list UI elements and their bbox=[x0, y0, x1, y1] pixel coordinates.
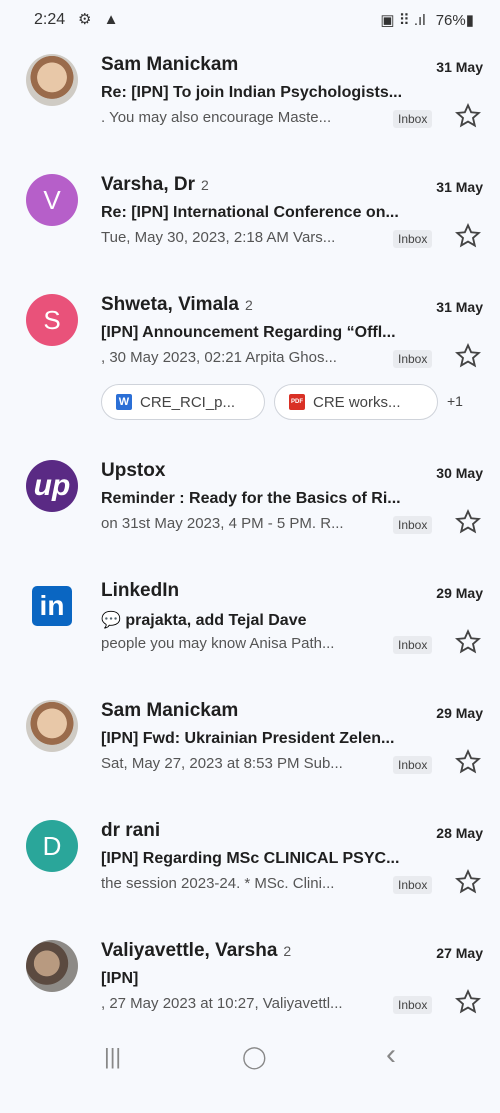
email-date: 31 May bbox=[436, 299, 483, 315]
sender-name: Upstox bbox=[101, 460, 166, 481]
email-date: 31 May bbox=[436, 59, 483, 75]
home-button[interactable]: ◯ bbox=[242, 1044, 267, 1070]
system-status-icons: ▣ ⠿ .ıl 76%▮ bbox=[374, 11, 474, 29]
email-list: Sam Manickam 31 May Re: [IPN] To join In… bbox=[0, 40, 500, 1046]
status-time: 2:24 bbox=[34, 11, 66, 28]
thread-count: 2 bbox=[245, 297, 253, 313]
email-snippet: people you may know Anisa Path... bbox=[101, 635, 335, 652]
system-nav-bar: ||| ◯ ‹ bbox=[0, 1030, 500, 1090]
notification-icons: ⚙ ▲ bbox=[78, 11, 123, 28]
sender-name: Shweta, Vimala 2 bbox=[101, 294, 253, 315]
sender-name: Sam Manickam bbox=[101, 54, 239, 75]
battery-indicator: 76%▮ bbox=[435, 12, 474, 29]
avatar[interactable]: V bbox=[26, 174, 78, 226]
sender-name: dr rani bbox=[101, 820, 161, 841]
attachment-name: CRE_RCI_p... bbox=[140, 393, 236, 411]
email-snippet: the session 2023-24. * MSc. Clini... bbox=[101, 875, 335, 892]
email-subject: [IPN] Regarding MSc CLINICAL PSYC... bbox=[101, 850, 400, 867]
email-subject: Re: [IPN] To join Indian Psychologists..… bbox=[101, 84, 403, 101]
star-icon[interactable] bbox=[454, 988, 482, 1016]
inbox-label: Inbox bbox=[393, 350, 433, 368]
inbox-label: Inbox bbox=[393, 876, 433, 894]
email-date: 31 May bbox=[436, 179, 483, 195]
avatar[interactable] bbox=[26, 700, 78, 752]
attachment-chip[interactable]: W CRE_RCI_p... bbox=[101, 384, 265, 420]
email-date: 30 May bbox=[436, 465, 483, 481]
email-item[interactable]: Valiyavettle, Varsha 2 27 May [IPN] , 27 … bbox=[0, 926, 500, 1046]
email-subject: Reminder : Ready for the Basics of Ri... bbox=[101, 490, 401, 507]
email-item[interactable]: V Varsha, Dr 2 31 May Re: [IPN] Internati… bbox=[0, 160, 500, 280]
email-snippet: on 31st May 2023, 4 PM - 5 PM. R... bbox=[101, 515, 344, 532]
email-date: 27 May bbox=[436, 945, 483, 961]
email-date: 29 May bbox=[436, 705, 483, 721]
email-snippet: Tue, May 30, 2023, 2:18 AM Vars... bbox=[101, 229, 336, 246]
thread-count: 2 bbox=[283, 943, 292, 959]
inbox-label: Inbox bbox=[393, 230, 433, 248]
upstox-logo-avatar[interactable]: up bbox=[26, 460, 78, 512]
more-attachments-count[interactable]: +1 bbox=[447, 393, 463, 409]
email-item[interactable]: Sam Manickam 29 May [IPN] Fwd: Ukrainian… bbox=[0, 686, 500, 806]
avatar[interactable]: D bbox=[26, 820, 78, 872]
email-date: 28 May bbox=[436, 825, 483, 841]
attachment-name: CRE works... bbox=[313, 393, 401, 411]
inbox-label: Inbox bbox=[393, 636, 433, 654]
back-button[interactable]: ‹ bbox=[386, 1038, 396, 1072]
avatar[interactable] bbox=[26, 940, 78, 992]
email-item[interactable]: Sam Manickam 31 May Re: [IPN] To join In… bbox=[0, 40, 500, 160]
status-bar: 2:24 ⚙ ▲ ▣ ⠿ .ıl 76%▮ bbox=[0, 0, 500, 40]
avatar[interactable] bbox=[26, 54, 78, 106]
linkedin-logo-avatar[interactable]: in bbox=[26, 580, 78, 632]
star-icon[interactable] bbox=[454, 102, 482, 130]
email-item[interactable]: up Upstox 30 May Reminder : Ready for th… bbox=[0, 446, 500, 566]
inbox-label: Inbox bbox=[393, 516, 433, 534]
star-icon[interactable] bbox=[454, 508, 482, 536]
email-item[interactable]: S Shweta, Vimala 2 31 May [IPN] Announcem… bbox=[0, 280, 500, 446]
avatar[interactable]: S bbox=[26, 294, 78, 346]
star-icon[interactable] bbox=[454, 342, 482, 370]
star-icon[interactable] bbox=[454, 748, 482, 776]
star-icon[interactable] bbox=[454, 628, 482, 656]
email-snippet: , 30 May 2023, 02:21 Arpita Ghos... bbox=[101, 349, 337, 366]
email-subject: [IPN] bbox=[101, 970, 139, 987]
star-icon[interactable] bbox=[454, 222, 482, 250]
attachment-chip[interactable]: PDF CRE works... bbox=[274, 384, 438, 420]
email-date: 29 May bbox=[436, 585, 483, 601]
email-snippet: , 27 May 2023 at 10:27, Valiyavettl... bbox=[101, 995, 343, 1012]
signal-icons: ▣ ⠿ .ıl bbox=[380, 12, 426, 29]
recent-apps-button[interactable]: ||| bbox=[104, 1044, 121, 1070]
inbox-label: Inbox bbox=[393, 996, 433, 1014]
word-doc-icon: W bbox=[116, 394, 132, 410]
email-subject: Re: [IPN] International Conference on... bbox=[101, 204, 399, 221]
sender-name: Varsha, Dr 2 bbox=[101, 174, 209, 195]
star-icon[interactable] bbox=[454, 868, 482, 896]
sender-name: LinkedIn bbox=[101, 580, 180, 601]
linkedin-icon: in bbox=[32, 586, 72, 626]
email-item[interactable]: D dr rani 28 May [IPN] Regarding MSc CLI… bbox=[0, 806, 500, 926]
email-subject: [IPN] Announcement Regarding “Offl... bbox=[101, 324, 396, 341]
sender-name: Valiyavettle, Varsha 2 bbox=[101, 940, 292, 961]
inbox-label: Inbox bbox=[393, 756, 433, 774]
email-snippet: Sat, May 27, 2023 at 8:53 PM Sub... bbox=[101, 755, 343, 772]
inbox-label: Inbox bbox=[393, 110, 433, 128]
email-subject: [IPN] Fwd: Ukrainian President Zelen... bbox=[101, 730, 395, 747]
pdf-icon: PDF bbox=[289, 394, 305, 410]
email-subject: 💬 prajakta, add Tejal Dave bbox=[101, 612, 307, 629]
sender-name: Sam Manickam bbox=[101, 700, 239, 721]
email-snippet: . You may also encourage Maste... bbox=[101, 109, 332, 126]
thread-count: 2 bbox=[201, 177, 209, 193]
email-item[interactable]: in LinkedIn 29 May 💬 prajakta, add Tejal… bbox=[0, 566, 500, 686]
